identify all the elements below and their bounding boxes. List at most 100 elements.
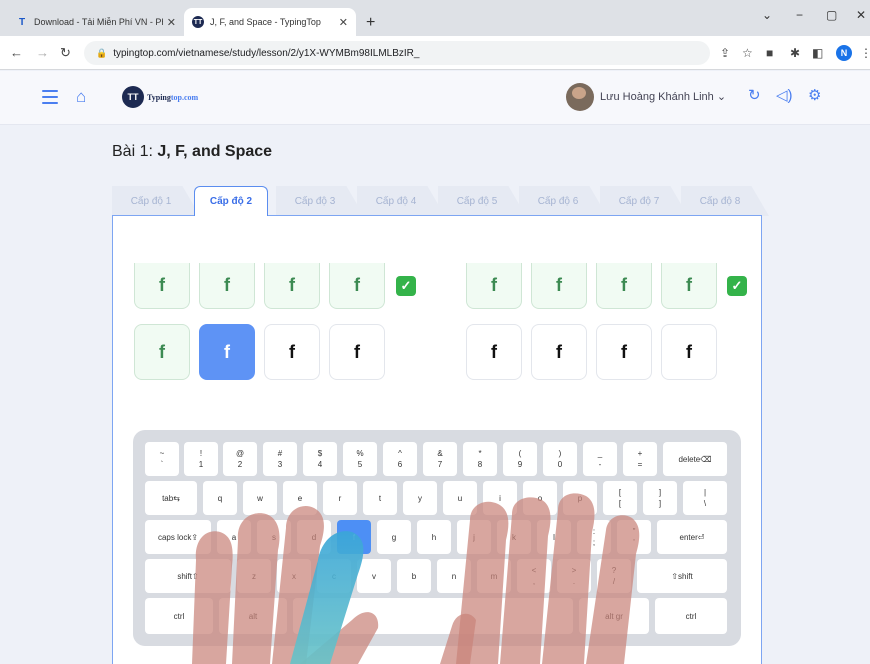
key-e: e xyxy=(283,481,317,515)
key-c: c xyxy=(317,559,351,593)
key-4: $4 xyxy=(303,442,337,476)
tab-level-6[interactable]: Cấp độ 6 xyxy=(519,186,607,216)
close-tab-icon[interactable]: ✕ xyxy=(167,16,176,29)
user-menu[interactable]: Lưu Hoàng Khánh Linh ⌄ xyxy=(600,90,726,103)
check-icon: ✓ xyxy=(727,276,747,296)
key-m: m xyxy=(477,559,511,593)
key-d: d xyxy=(297,520,331,554)
tab-level-7[interactable]: Cấp độ 7 xyxy=(600,186,688,216)
profile-avatar[interactable]: N xyxy=(836,45,852,61)
typed-letter: f xyxy=(531,263,587,309)
tab-level-4[interactable]: Cấp độ 4 xyxy=(357,186,445,216)
key-w: w xyxy=(243,481,277,515)
typingtop-favicon-icon: T xyxy=(18,16,26,28)
key-g: g xyxy=(377,520,411,554)
pending-letter: f xyxy=(596,324,652,380)
site-header: ⌂ TT Typingtop.com Lưu Hoàng Khánh Linh … xyxy=(0,71,870,125)
tab-level-3[interactable]: Cấp độ 3 xyxy=(276,186,364,216)
typed-letter: f xyxy=(134,324,190,380)
tab-level-8[interactable]: Cấp độ 8 xyxy=(681,186,769,216)
tab-search-icon[interactable]: ⌄ xyxy=(762,8,772,22)
key-x: x xyxy=(277,559,311,593)
settings-gear-icon[interactable]: ⚙ xyxy=(808,86,821,104)
key-i: i xyxy=(483,481,517,515)
typed-letter: f xyxy=(596,263,652,309)
maximize-button[interactable]: ▢ xyxy=(826,8,837,22)
pending-letter: f xyxy=(661,324,717,380)
browser-toolbar: ← → ↻ 🔒 typingtop.com/vietnamese/study/l… xyxy=(0,36,870,70)
key-quote: " ' xyxy=(617,520,651,554)
site-logo[interactable]: TT Typingtop.com xyxy=(122,86,198,108)
sound-icon[interactable]: ◁) xyxy=(776,86,793,104)
minimize-button[interactable]: − xyxy=(796,8,803,22)
key-shift-right: ⇧shift xyxy=(637,559,727,593)
browser-tab-download[interactable]: T Download - Tải Miễn Phí VN - Ph ✕ xyxy=(8,8,184,36)
tab-title: J, F, and Space - TypingTop xyxy=(210,17,321,27)
forward-arrow-icon[interactable]: → xyxy=(36,45,49,60)
user-avatar[interactable] xyxy=(566,83,594,111)
tab-level-2[interactable]: Cấp độ 2 xyxy=(194,186,268,216)
home-icon[interactable]: ⌂ xyxy=(76,87,86,107)
key-a: a xyxy=(217,520,251,554)
more-menu-icon[interactable]: ⋮ xyxy=(860,46,870,60)
key-enter: enter⏎ xyxy=(657,520,727,554)
key-space xyxy=(293,598,573,634)
logo-text: Typingtop.com xyxy=(147,92,199,102)
puzzle-extensions-icon[interactable]: ✱ xyxy=(790,46,800,60)
typed-letter: f xyxy=(199,263,255,309)
restart-icon[interactable]: ↻ xyxy=(748,86,761,104)
chevron-down-icon: ⌄ xyxy=(716,91,727,103)
virtual-keyboard: ~ ` ! 1 @2 #3 $4 % 5 ^ 6 & 7 * 8 (9 ) 0 _ - + = d… xyxy=(133,430,741,646)
key-period: >. xyxy=(557,559,591,593)
key-f-highlighted: f xyxy=(337,520,371,554)
key-b: b xyxy=(397,559,431,593)
address-bar[interactable]: 🔒 typingtop.com/vietnamese/study/lesson/… xyxy=(84,41,710,65)
typed-letter: f xyxy=(134,263,190,309)
key-y: y xyxy=(403,481,437,515)
url-text: typingtop.com/vietnamese/study/lesson/2/… xyxy=(113,47,420,59)
extension-icon[interactable]: ■ xyxy=(766,46,773,60)
key-s: s xyxy=(257,520,291,554)
side-panel-icon[interactable]: ◧ xyxy=(812,46,823,60)
key-n: n xyxy=(437,559,471,593)
lock-icon: 🔒 xyxy=(96,47,108,58)
close-window-button[interactable]: ✕ xyxy=(856,8,866,22)
new-tab-button[interactable]: + xyxy=(366,14,375,32)
hamburger-menu-icon[interactable] xyxy=(42,90,58,104)
key-ctrl-left: ctrl xyxy=(145,598,213,634)
key-tab: tab⇆ xyxy=(145,481,197,515)
back-arrow-icon[interactable]: ← xyxy=(10,45,23,60)
key-z: z xyxy=(237,559,271,593)
key-backslash: | \ xyxy=(683,481,727,515)
key-q: q xyxy=(203,481,237,515)
current-letter: f xyxy=(199,324,255,380)
reload-icon[interactable]: ↻ xyxy=(60,45,71,61)
share-icon[interactable]: ⇪ xyxy=(720,46,730,60)
key-minus: _ - xyxy=(583,442,617,476)
key-equals: + = xyxy=(623,442,657,476)
key-backtick: ~ ` xyxy=(145,442,179,476)
tab-level-1[interactable]: Cấp độ 1 xyxy=(112,186,200,216)
key-9: (9 xyxy=(503,442,537,476)
pending-letter: f xyxy=(329,324,385,380)
pending-letter: f xyxy=(264,324,320,380)
key-p: p xyxy=(563,481,597,515)
key-alt-gr: alt gr xyxy=(579,598,649,634)
browser-tab-bar: T Download - Tải Miễn Phí VN - Ph ✕ TT J… xyxy=(0,0,870,36)
bookmark-star-icon[interactable]: ☆ xyxy=(742,46,753,60)
key-delete: delete⌫ xyxy=(663,442,727,476)
key-v: v xyxy=(357,559,391,593)
key-caps-lock: caps lock⇪ xyxy=(145,520,211,554)
key-t: t xyxy=(363,481,397,515)
browser-tab-lesson[interactable]: TT J, F, and Space - TypingTop ✕ xyxy=(184,8,356,36)
tab-level-5[interactable]: Cấp độ 5 xyxy=(438,186,526,216)
key-r: r xyxy=(323,481,357,515)
key-o: o xyxy=(523,481,557,515)
key-8: * 8 xyxy=(463,442,497,476)
close-tab-icon[interactable]: ✕ xyxy=(339,16,348,29)
key-2: @2 xyxy=(223,442,257,476)
key-3: #3 xyxy=(263,442,297,476)
page-title: Bài 1: J, F, and Space xyxy=(112,143,273,160)
key-alt: alt xyxy=(219,598,287,634)
check-icon: ✓ xyxy=(396,276,416,296)
